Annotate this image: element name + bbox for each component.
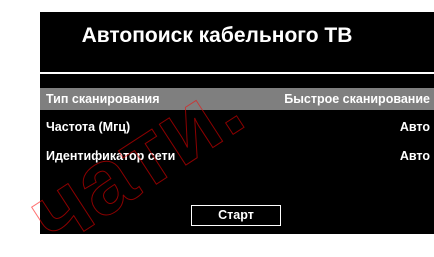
scan-type-label: Тип сканирования (46, 92, 160, 106)
tv-menu-screen: Автопоиск кабельного ТВ Тип сканирования… (40, 12, 434, 234)
scan-type-row[interactable]: Тип сканирования Быстрое сканирование (40, 88, 434, 110)
network-id-row[interactable]: Идентификатор сети Авто (40, 145, 434, 167)
frequency-row[interactable]: Частота (Мгц) Авто (40, 116, 434, 138)
title-divider (40, 72, 434, 74)
menu-title: Автопоиск кабельного ТВ (81, 24, 353, 47)
start-button[interactable]: Старт (191, 205, 281, 226)
frequency-label: Частота (Мгц) (46, 120, 131, 134)
frequency-value: Авто (399, 120, 430, 134)
network-id-label: Идентификатор сети (46, 149, 176, 163)
scan-type-value: Быстрое сканирование (284, 92, 430, 106)
network-id-value: Авто (399, 149, 430, 163)
